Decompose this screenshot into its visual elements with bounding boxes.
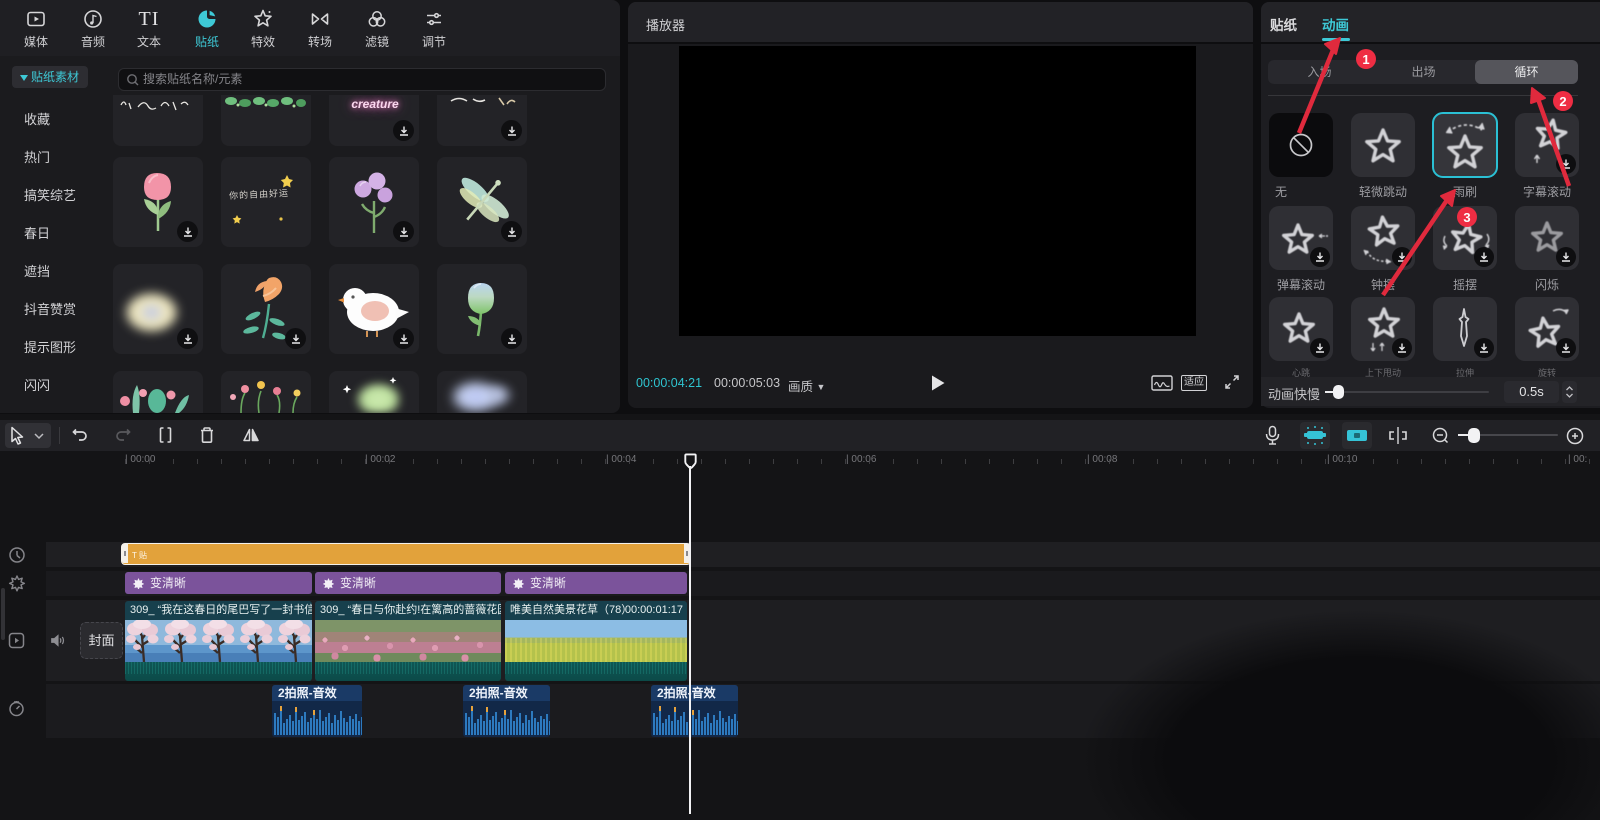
- svg-text:2: 2: [1559, 94, 1566, 109]
- svg-text:3: 3: [1463, 210, 1470, 225]
- svg-text:1: 1: [1362, 52, 1369, 67]
